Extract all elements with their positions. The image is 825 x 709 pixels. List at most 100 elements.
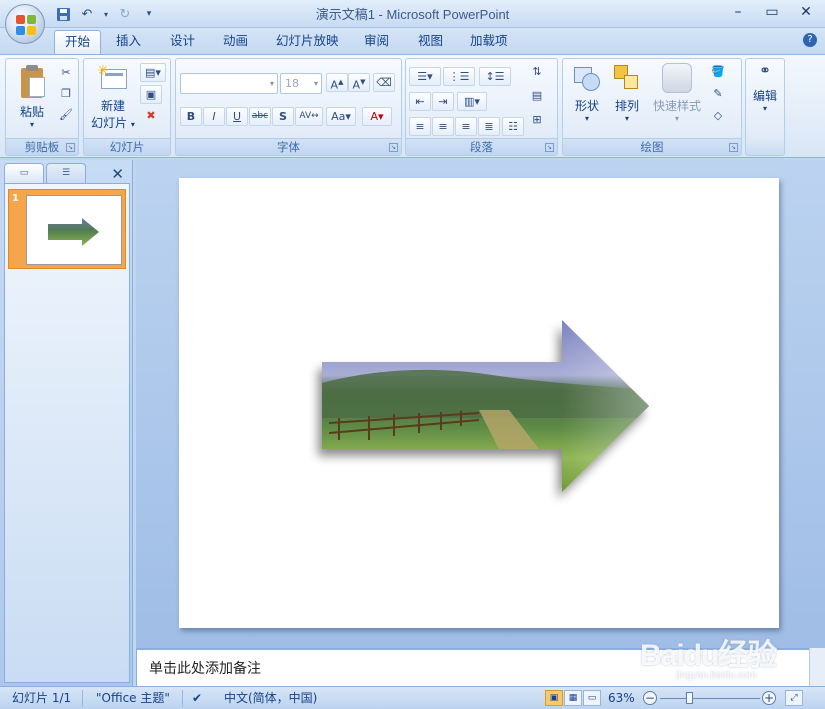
increase-indent-icon[interactable]: ⇥ (432, 92, 454, 111)
new-slide-label-line2: 幻灯片 (91, 116, 128, 130)
outline-tab-icon[interactable]: ☰ (46, 163, 86, 183)
spell-check-icon[interactable]: ✔ (192, 690, 202, 707)
language-indicator[interactable]: 中文(简体，中国) (224, 690, 317, 707)
grow-font-icon[interactable]: A▲ (326, 73, 348, 92)
distributed-icon[interactable]: ☷ (502, 117, 524, 136)
cut-icon[interactable]: ✂ (55, 64, 77, 83)
shapes-button[interactable]: 形状 ▾ (569, 63, 605, 123)
zoom-slider-track[interactable] (660, 698, 760, 699)
align-left-icon[interactable]: ≡ (409, 117, 431, 136)
slide-thumbnail-selected[interactable]: 1 (8, 189, 126, 269)
delete-slide-icon[interactable]: ✖ (140, 107, 162, 126)
italic-icon[interactable]: I (203, 107, 225, 126)
font-size-combo[interactable]: 18 ▾ (280, 73, 322, 94)
drawing-group: 形状 ▾ 排列 ▾ 快速样式 ▾ 🪣 ✎ ◇ 绘图 ↘ (562, 58, 742, 156)
shape-outline-icon[interactable]: ✎ (707, 85, 729, 104)
shapes-label: 形状 (574, 99, 599, 113)
text-direction-icon[interactable]: ⇅ (526, 63, 548, 82)
line-spacing-icon[interactable]: ↕☰ (479, 67, 511, 86)
arrange-button[interactable]: 排列 ▾ (609, 63, 645, 123)
paragraph-launcher-icon[interactable]: ↘ (545, 143, 554, 152)
paste-button[interactable]: 粘贴 ▾ (12, 65, 52, 129)
numbering-icon[interactable]: ⋮☰ (443, 67, 475, 86)
drawing-launcher-icon[interactable]: ↘ (729, 143, 738, 152)
office-button[interactable] (5, 4, 45, 44)
watermark-brand: Baidu经验 (640, 639, 777, 672)
decrease-indent-icon[interactable]: ⇤ (409, 92, 431, 111)
font-name-combo[interactable]: ▾ (180, 73, 278, 94)
zoom-out-icon[interactable]: − (643, 691, 657, 705)
arrange-icon (612, 63, 642, 93)
ribbon: 粘贴 ▾ ✂ ❐ 🖌 剪贴板 ↘ ✳ 新建 幻灯片 ▾ ▤▾ ▣ ✖ 幻灯片 ▾… (0, 54, 825, 158)
tab-design[interactable]: 设计 (160, 30, 205, 54)
columns-icon[interactable]: ▥▾ (457, 92, 487, 111)
normal-view-icon[interactable]: ▣ (545, 690, 563, 706)
align-right-icon[interactable]: ≡ (455, 117, 477, 136)
window-controls: – ▭ ✕ (727, 2, 817, 22)
slides-group-label: 幻灯片 (84, 138, 170, 155)
office-logo-icon (16, 15, 36, 35)
character-spacing-icon[interactable]: AV↔ (295, 107, 323, 126)
tab-animations[interactable]: 动画 (213, 30, 258, 54)
align-center-icon[interactable]: ≡ (432, 117, 454, 136)
font-launcher-icon[interactable]: ↘ (389, 143, 398, 152)
zoom-level[interactable]: 63% (608, 690, 635, 707)
font-color-icon[interactable]: A▾ (362, 107, 392, 126)
align-text-icon[interactable]: ▤ (526, 87, 548, 106)
clear-formatting-icon[interactable]: ⌫ (373, 73, 395, 92)
theme-name: "Office 主题" (96, 691, 170, 705)
slide-thumbnail[interactable] (26, 195, 122, 265)
clipboard-group: 粘贴 ▾ ✂ ❐ 🖌 剪贴板 ↘ (5, 58, 79, 156)
tab-slide-show[interactable]: 幻灯片放映 (266, 30, 349, 54)
quick-styles-button[interactable]: 快速样式 ▾ (649, 63, 705, 123)
shapes-dropdown-icon: ▾ (584, 114, 589, 123)
arrow-picture[interactable] (179, 178, 779, 628)
text-shadow-icon[interactable]: S (272, 107, 294, 126)
tab-add-ins[interactable]: 加载项 (460, 30, 518, 54)
layout-icon[interactable]: ▤▾ (140, 63, 166, 82)
tab-home[interactable]: 开始 (54, 30, 102, 54)
bold-icon[interactable]: B (180, 107, 202, 126)
reset-slide-icon[interactable]: ▣ (140, 85, 162, 104)
tab-review[interactable]: 审阅 (354, 30, 399, 54)
slides-tab-icon[interactable]: ▭ (4, 163, 44, 183)
strikethrough-icon[interactable]: abc (249, 107, 271, 126)
minimize-button[interactable]: – (727, 2, 749, 22)
slide-sorter-view-icon[interactable]: ▦ (564, 690, 582, 706)
zoom-in-icon[interactable]: + (762, 691, 776, 705)
binoculars-icon: ⚭ (759, 63, 771, 79)
close-button[interactable]: ✕ (795, 2, 817, 22)
format-painter-icon[interactable]: 🖌 (55, 106, 77, 125)
underline-icon[interactable]: U (226, 107, 248, 126)
slide-counter: 幻灯片 1/1 (12, 691, 72, 705)
close-pane-icon[interactable]: ✕ (111, 165, 124, 183)
zoom-slider-thumb[interactable] (686, 692, 693, 704)
window-title: 演示文稿1 - Microsoft PowerPoint (315, 7, 510, 22)
clipboard-launcher-icon[interactable]: ↘ (66, 143, 75, 152)
slide-number: 1 (12, 193, 19, 204)
justify-icon[interactable]: ≣ (478, 117, 500, 136)
shape-effects-icon[interactable]: ◇ (707, 107, 729, 126)
fit-to-window-icon[interactable]: ⤢ (785, 690, 803, 706)
new-slide-button[interactable]: ✳ 新建 幻灯片 ▾ (88, 63, 138, 131)
slide-show-view-icon[interactable]: ▭ (583, 690, 601, 706)
paragraph-group-label: 段落 (406, 138, 557, 155)
notes-placeholder: 单击此处添加备注 (149, 661, 261, 677)
shape-fill-icon[interactable]: 🪣 (707, 63, 729, 82)
tab-view[interactable]: 视图 (408, 30, 453, 54)
help-icon[interactable]: ? (803, 33, 817, 47)
change-case-icon[interactable]: Aa▾ (326, 107, 356, 126)
bullets-icon[interactable]: ☰▾ (409, 67, 441, 86)
slide-canvas[interactable] (179, 178, 779, 628)
copy-icon[interactable]: ❐ (55, 85, 77, 104)
tab-insert[interactable]: 插入 (106, 30, 151, 54)
maximize-button[interactable]: ▭ (761, 2, 783, 22)
quick-styles-label: 快速样式 (652, 99, 701, 113)
editing-button[interactable]: ⚭ 编辑 ▾ (748, 63, 782, 113)
notes-scrollbar[interactable] (809, 648, 825, 686)
paste-label: 粘贴 (19, 105, 44, 119)
shrink-font-icon[interactable]: A▼ (348, 73, 370, 92)
new-slide-label-line2-wrap: 幻灯片 ▾ (91, 116, 135, 130)
thumbnail-arrow-icon (48, 218, 99, 246)
smartart-icon[interactable]: ⊞ (526, 111, 548, 130)
